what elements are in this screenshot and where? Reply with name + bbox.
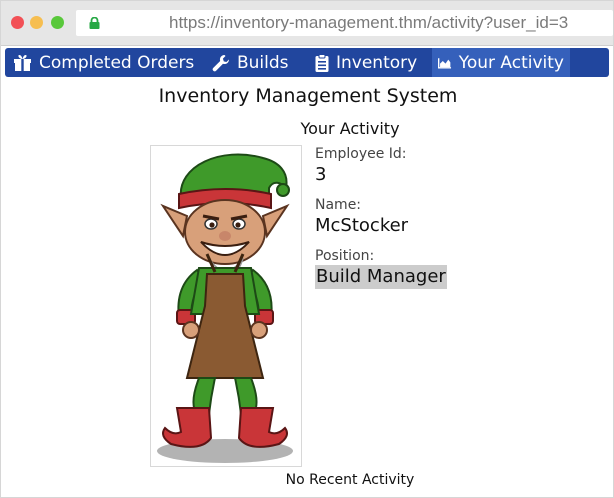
employee-avatar [150,145,302,467]
name-value: McStocker [315,215,409,236]
employee-id-label: Employee Id: [315,146,407,162]
name-label: Name: [315,197,362,213]
section-title: Your Activity [300,119,400,138]
nav-completed-orders[interactable]: Completed Orders [9,48,198,77]
address-bar[interactable]: https://inventory-management.thm/activit… [76,10,613,36]
employee-id-value: 3 [315,164,327,185]
activity-empty-message: No Recent Activity [285,472,415,488]
gift-icon [14,55,31,71]
nav-your-activity-label: Your Activity [458,52,564,73]
position-label: Position: [315,248,375,264]
nav-builds[interactable]: Builds [208,48,293,77]
area-chart-icon [438,57,452,68]
minimize-window-button[interactable] [30,16,43,29]
url-text[interactable]: https://inventory-management.thm/activit… [169,13,568,33]
wrench-icon [212,54,230,71]
elf-illustration [157,153,293,463]
main-navbar: Completed Orders Builds Inventory Your A… [5,48,609,77]
page-title: Inventory Management System [158,85,458,107]
maximize-window-button[interactable] [51,16,64,29]
close-window-button[interactable] [11,16,24,29]
browser-window: https://inventory-management.thm/activit… [0,0,614,498]
position-value: Build Manager [315,265,447,289]
lock-icon [89,17,100,29]
nav-inventory-label: Inventory [336,52,418,73]
nav-builds-label: Builds [237,52,289,73]
browser-titlebar: https://inventory-management.thm/activit… [1,1,613,46]
nav-your-activity[interactable]: Your Activity [432,48,570,77]
nav-completed-orders-label: Completed Orders [39,52,195,73]
clipboard-icon [315,53,329,72]
nav-inventory[interactable]: Inventory [311,48,421,77]
employee-info: Employee Id: 3 Name: McStocker Position:… [315,146,447,299]
